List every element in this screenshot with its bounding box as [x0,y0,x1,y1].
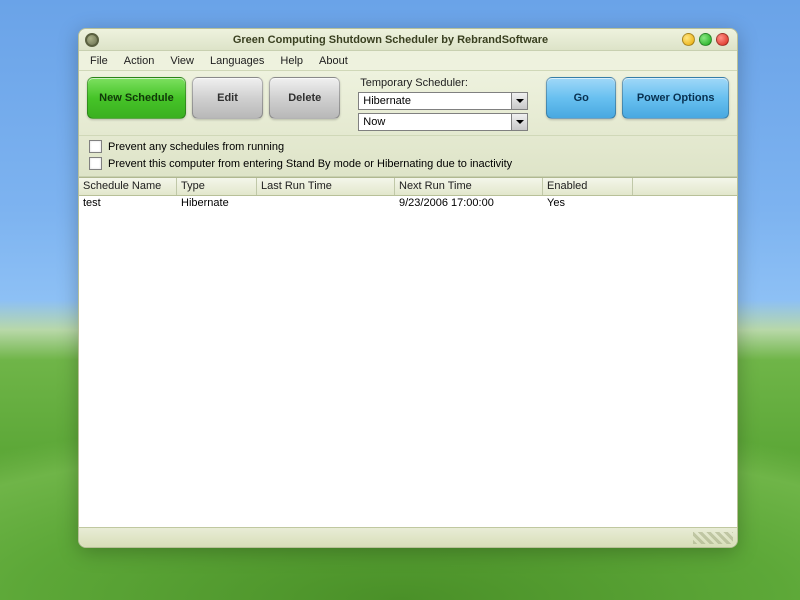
edit-button[interactable]: Edit [192,77,263,119]
menu-file[interactable]: File [83,53,115,69]
window-title: Green Computing Shutdown Scheduler by Re… [99,34,682,46]
app-window: Green Computing Shutdown Scheduler by Re… [78,28,738,548]
time-select[interactable]: Now [358,113,528,131]
table-body[interactable]: test Hibernate 9/23/2006 17:00:00 Yes [79,196,737,527]
delete-button[interactable]: Delete [269,77,340,119]
col-schedule-name[interactable]: Schedule Name [79,178,177,195]
prevent-schedules-label: Prevent any schedules from running [108,141,284,153]
app-icon [85,33,99,47]
col-spacer [633,178,737,195]
menu-languages[interactable]: Languages [203,53,271,69]
chevron-down-icon [511,93,527,109]
table-header: Schedule Name Type Last Run Time Next Ru… [79,178,737,196]
col-next-run[interactable]: Next Run Time [395,178,543,195]
resize-grip-icon[interactable] [693,532,733,544]
temporary-scheduler-group: Temporary Scheduler: Hibernate Now [358,77,528,131]
go-button[interactable]: Go [546,77,616,119]
menu-action[interactable]: Action [117,53,162,69]
menubar: File Action View Languages Help About [79,51,737,71]
col-enabled[interactable]: Enabled [543,178,633,195]
menu-about[interactable]: About [312,53,355,69]
options-panel: Prevent any schedules from running Preve… [79,136,737,177]
prevent-schedules-checkbox[interactable] [89,140,102,153]
schedule-table: Schedule Name Type Last Run Time Next Ru… [79,177,737,527]
prevent-standby-checkbox[interactable] [89,157,102,170]
cell-enabled: Yes [543,196,633,212]
cell-next-run: 9/23/2006 17:00:00 [395,196,543,212]
col-type[interactable]: Type [177,178,257,195]
action-select[interactable]: Hibernate [358,92,528,110]
cell-last-run [257,196,395,212]
temporary-scheduler-label: Temporary Scheduler: [358,77,528,89]
time-select-value: Now [363,116,385,128]
close-button[interactable] [716,33,729,46]
maximize-button[interactable] [699,33,712,46]
toolbar: New Schedule Edit Delete Temporary Sched… [79,71,737,136]
titlebar[interactable]: Green Computing Shutdown Scheduler by Re… [79,29,737,51]
col-last-run[interactable]: Last Run Time [257,178,395,195]
statusbar [79,527,737,547]
prevent-standby-label: Prevent this computer from entering Stan… [108,158,512,170]
table-row[interactable]: test Hibernate 9/23/2006 17:00:00 Yes [79,196,737,212]
chevron-down-icon [511,114,527,130]
action-select-value: Hibernate [363,95,411,107]
new-schedule-button[interactable]: New Schedule [87,77,186,119]
cell-name: test [79,196,177,212]
menu-view[interactable]: View [163,53,201,69]
cell-type: Hibernate [177,196,257,212]
power-options-button[interactable]: Power Options [622,77,729,119]
menu-help[interactable]: Help [273,53,310,69]
minimize-button[interactable] [682,33,695,46]
